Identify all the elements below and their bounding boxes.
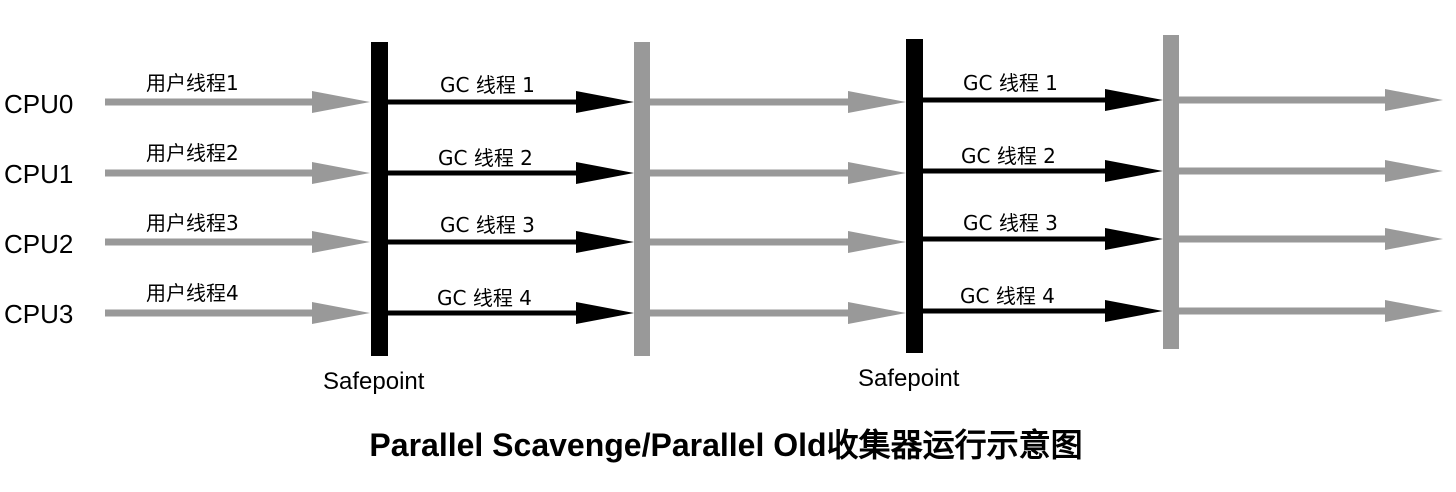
user-thread-arrow-head [312, 231, 370, 253]
gc-thread-label: GC 线程 3 [440, 213, 535, 237]
gc-thread-arrow-head [1105, 300, 1163, 322]
gc-thread-label: GC 线程 4 [960, 284, 1055, 308]
resume-bar-2 [1163, 35, 1179, 349]
user-thread-arrow-head [1385, 228, 1443, 250]
safepoint-label: Safepoint [323, 368, 425, 395]
user-thread-arrow-head [312, 302, 370, 324]
user-thread-arrow-head [848, 91, 906, 113]
gc-thread-arrow-head [576, 302, 634, 324]
safepoint-bar-2 [906, 39, 923, 353]
gc-thread-arrow-head [576, 91, 634, 113]
user-thread-arrow-head [1385, 160, 1443, 182]
cpu-label: CPU3 [4, 299, 73, 329]
gc-thread-arrow-head [1105, 160, 1163, 182]
user-thread-label: 用户线程4 [146, 281, 239, 305]
user-thread-arrow-head [1385, 89, 1443, 111]
gc-thread-label: GC 线程 4 [437, 286, 532, 310]
gc-thread-label: GC 线程 1 [963, 71, 1058, 95]
gc-thread-label: GC 线程 3 [963, 211, 1058, 235]
safepoint-label: Safepoint [858, 365, 960, 392]
thread-arrows [105, 89, 1443, 324]
cpu-label: CPU1 [4, 159, 73, 189]
user-thread-arrow-head [1385, 300, 1443, 322]
user-thread-label: 用户线程1 [146, 71, 239, 95]
user-thread-arrow-head [848, 231, 906, 253]
gc-thread-arrow-head [1105, 228, 1163, 250]
gc-thread-arrow-head [576, 231, 634, 253]
user-thread-arrow-head [312, 162, 370, 184]
gc-thread-label: GC 线程 1 [440, 73, 535, 97]
safepoint-bar-1 [371, 42, 388, 356]
resume-bar-1 [634, 42, 650, 356]
user-thread-arrow-head [848, 302, 906, 324]
user-thread-arrow-head [848, 162, 906, 184]
diagram-title: Parallel Scavenge/Parallel Old收集器运行示意图 [369, 427, 1082, 463]
gc-thread-label: GC 线程 2 [438, 146, 533, 170]
cpu-label: CPU0 [4, 89, 73, 119]
user-thread-label: 用户线程3 [146, 211, 239, 235]
gc-thread-label: GC 线程 2 [961, 144, 1056, 168]
user-thread-arrow-head [312, 91, 370, 113]
cpu-label: CPU2 [4, 229, 73, 259]
gc-thread-arrow-head [1105, 89, 1163, 111]
gc-thread-arrow-head [576, 162, 634, 184]
gc-diagram: CPU0 CPU1 CPU2 CPU3 用户线程1 用户线程2 用户线程3 用户… [4, 35, 1443, 463]
user-thread-label: 用户线程2 [146, 141, 239, 165]
